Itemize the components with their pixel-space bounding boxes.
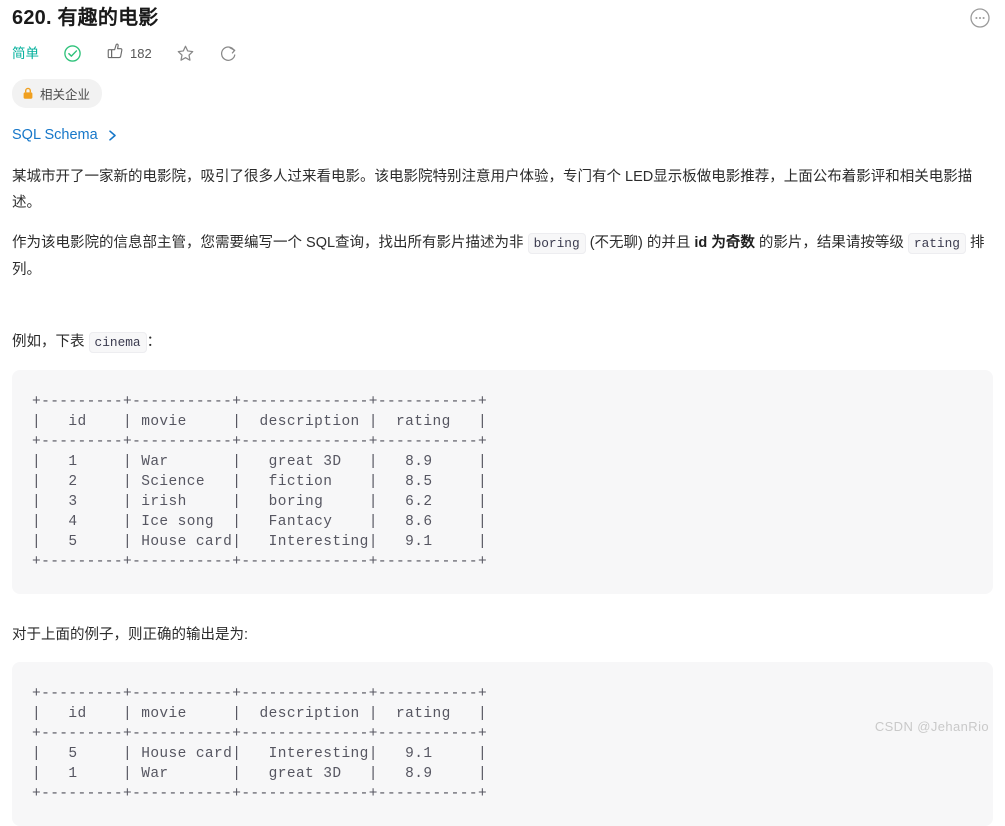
page-title: 620. 有趣的电影 <box>12 7 159 29</box>
problem-description: 某城市开了一家新的电影院，吸引了很多人过来看电影。该电影院特别注意用户体验，专门… <box>0 164 1005 356</box>
tag-row: 相关企业 <box>0 65 1005 108</box>
lock-icon <box>22 87 34 100</box>
code-cinema: cinema <box>88 332 147 353</box>
company-tag-label: 相关企业 <box>40 88 91 102</box>
code-block-cinema-table: +---------+-----------+--------------+--… <box>12 370 993 594</box>
output-table-text: +---------+-----------+--------------+--… <box>32 686 488 802</box>
like-count: 182 <box>130 45 152 61</box>
problem-page: 620. 有趣的电影 简单 182 相关企业 SQL Schema 某城市开了一… <box>0 0 1005 826</box>
refresh-icon[interactable] <box>219 44 238 63</box>
example-label-part2: ： <box>146 334 162 350</box>
thumbs-up-icon <box>106 42 124 65</box>
like-button[interactable]: 182 <box>106 42 152 65</box>
difficulty-label[interactable]: 简单 <box>12 45 39 63</box>
cinema-table-text: +---------+-----------+--------------+--… <box>32 394 488 570</box>
code-boring: boring <box>527 233 586 254</box>
code-block-output-table: +---------+-----------+--------------+--… <box>12 662 993 826</box>
watermark: CSDN @JehanRio <box>874 719 989 734</box>
paragraph-task: 作为该电影院的信息部主管，您需要编写一个 SQL查询，找出所有影片描述为非 bo… <box>12 230 993 283</box>
code-rating: rating <box>907 233 966 254</box>
chevron-right-icon <box>107 129 118 142</box>
company-tag[interactable]: 相关企业 <box>12 79 103 108</box>
check-circle-icon[interactable] <box>63 44 82 63</box>
paragraph-task-part2: (不无聊) 的并且 <box>589 235 691 251</box>
meta-action-row: 简单 182 <box>0 32 1005 65</box>
paragraph-output-label: 对于上面的例子，则正确的输出是为: <box>12 627 249 643</box>
more-horizontal-circle-icon[interactable] <box>969 7 991 29</box>
paragraph-example-label: 例如，下表 cinema： <box>12 329 993 356</box>
paragraph-task-part3: 的影片，结果请按等级 <box>758 235 904 251</box>
star-icon[interactable] <box>176 44 195 63</box>
paragraph-task-bold: id 为奇数 <box>694 235 755 251</box>
sql-schema-label: SQL Schema <box>12 127 98 143</box>
schema-row: SQL Schema <box>0 108 1005 144</box>
paragraph-task-part1: 作为该电影院的信息部主管，您需要编写一个 SQL查询，找出所有影片描述为非 <box>12 235 524 251</box>
sql-schema-link[interactable]: SQL Schema <box>12 127 118 143</box>
title-row: 620. 有趣的电影 <box>0 0 1005 32</box>
paragraph-intro: 某城市开了一家新的电影院，吸引了很多人过来看电影。该电影院特别注意用户体验，专门… <box>12 169 973 211</box>
example-label-part1: 例如，下表 <box>12 334 85 350</box>
